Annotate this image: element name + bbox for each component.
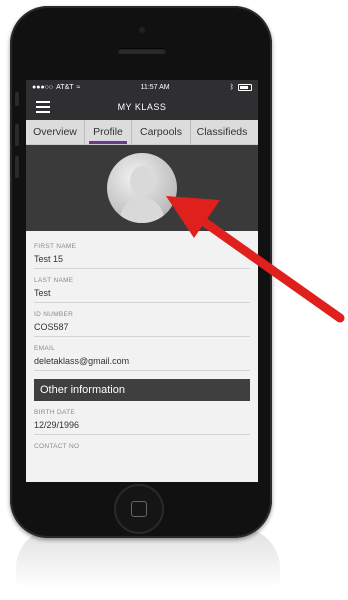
red-arrow-icon bbox=[166, 196, 345, 323]
